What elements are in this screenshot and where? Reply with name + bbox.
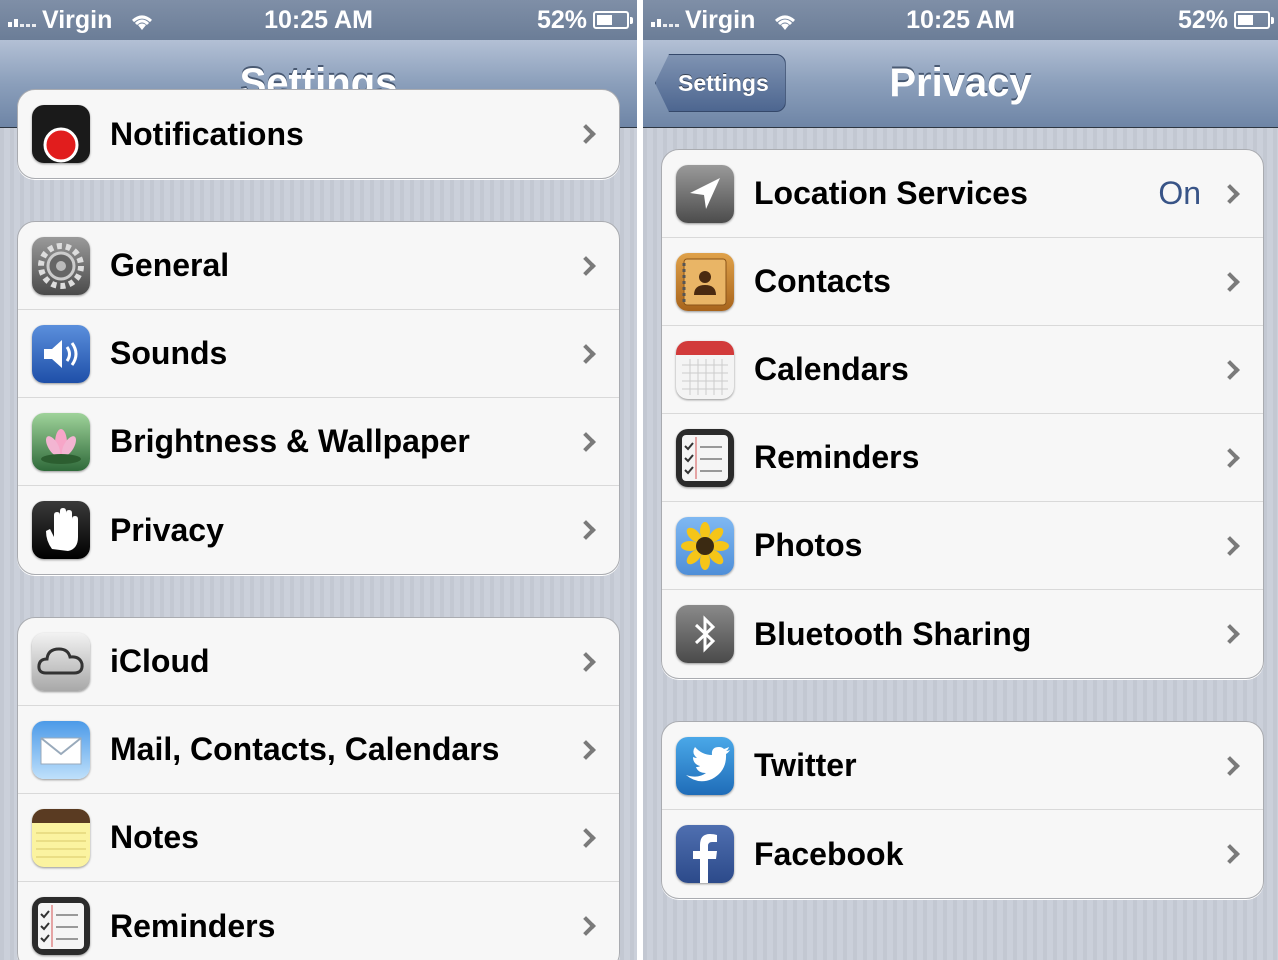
row-label: Twitter [754, 747, 857, 783]
gear-icon [32, 236, 90, 295]
battery-icon [1234, 11, 1274, 29]
chevron-right-icon [576, 827, 596, 848]
checklist-icon [676, 428, 734, 487]
row-label: Facebook [754, 835, 904, 872]
settings-group-notifications: Notifications [17, 89, 620, 179]
chevron-right-icon [576, 124, 596, 144]
chevron-right-icon [1220, 183, 1240, 204]
wifi-icon [128, 10, 156, 30]
chevron-right-icon [576, 431, 596, 452]
row-label: Photos [754, 527, 863, 563]
settings-row-general[interactable]: General [18, 222, 619, 310]
chevron-right-icon [576, 739, 596, 760]
row-label: iCloud [110, 643, 210, 679]
row-label: Mail, Contacts, Calendars [110, 731, 500, 767]
settings-row-notes[interactable]: Notes [18, 794, 619, 882]
notifications-icon [32, 105, 90, 163]
privacy-row-reminders[interactable]: Reminders [662, 414, 1263, 502]
contacts-book-icon [676, 252, 734, 311]
checklist-icon [32, 897, 90, 955]
settings-row-icloud[interactable]: iCloud [18, 618, 619, 706]
chevron-right-icon [1220, 359, 1240, 380]
chevron-right-icon [1220, 271, 1240, 292]
row-label: Privacy [110, 511, 224, 548]
row-label: General [110, 247, 230, 283]
chevron-right-icon [1220, 755, 1240, 776]
chevron-right-icon [576, 916, 596, 936]
carrier-name: Virgin [685, 5, 756, 34]
location-arrow-icon [676, 164, 734, 223]
twitter-bird-icon [676, 736, 734, 795]
settings-row-notifications[interactable]: Notifications [18, 90, 619, 178]
privacy-row-calendars[interactable]: Calendars [662, 326, 1263, 414]
row-label: Reminders [754, 439, 920, 475]
row-label: Notes [110, 819, 199, 855]
status-bar: Virgin 10:25 AM 52% [0, 0, 637, 40]
row-label: Notifications [110, 115, 304, 152]
carrier-name: Virgin [42, 5, 113, 34]
battery-icon [593, 11, 633, 29]
facebook-icon [676, 825, 734, 883]
privacy-row-location-services[interactable]: Location Services On [662, 150, 1263, 238]
battery-percent: 52% [536, 5, 587, 34]
chevron-right-icon [576, 343, 596, 364]
calendar-icon [676, 340, 734, 399]
privacy-row-facebook[interactable]: Facebook [662, 810, 1263, 898]
privacy-row-contacts[interactable]: Contacts [662, 238, 1263, 326]
row-label: Reminders [110, 907, 276, 944]
privacy-screen: Virgin 10:25 AM 52% Settings Privacy Loc… [643, 0, 1278, 960]
settings-group-accounts: iCloud Mail, Contacts, Calendars Notes R… [17, 617, 620, 960]
row-label: Brightness & Wallpaper [110, 423, 470, 459]
wifi-icon [771, 10, 799, 30]
battery-percent: 52% [1177, 5, 1228, 34]
bluetooth-icon [676, 605, 734, 663]
privacy-row-twitter[interactable]: Twitter [662, 722, 1263, 810]
row-label: Calendars [754, 351, 909, 387]
back-button[interactable]: Settings [655, 54, 786, 112]
signal-strength-icon [651, 13, 679, 27]
row-label: Location Services [754, 175, 1028, 211]
chevron-right-icon [576, 651, 596, 672]
row-label: Contacts [754, 263, 891, 299]
settings-row-mail-contacts-calendars[interactable]: Mail, Contacts, Calendars [18, 706, 619, 794]
envelope-icon [32, 720, 90, 779]
settings-row-reminders[interactable]: Reminders [18, 882, 619, 960]
navigation-bar: Settings Privacy [643, 40, 1278, 128]
chevron-right-icon [1220, 535, 1240, 556]
chevron-right-icon [1220, 624, 1240, 644]
notepad-icon [32, 808, 90, 867]
page-title: Privacy [889, 61, 1032, 105]
row-label: Bluetooth Sharing [754, 615, 1032, 652]
status-bar: Virgin 10:25 AM 52% [643, 0, 1278, 40]
privacy-row-photos[interactable]: Photos [662, 502, 1263, 590]
settings-row-privacy[interactable]: Privacy [18, 486, 619, 574]
settings-screen: Virgin 10:25 AM 52% Settings Notificatio… [0, 0, 637, 960]
chevron-right-icon [1220, 844, 1240, 864]
chevron-right-icon [1220, 447, 1240, 468]
chevron-right-icon [576, 520, 596, 540]
hand-icon [32, 501, 90, 559]
cloud-icon [32, 632, 90, 691]
flower-icon [32, 412, 90, 471]
sunflower-icon [676, 516, 734, 575]
location-status-value: On [1158, 175, 1201, 211]
privacy-row-bluetooth-sharing[interactable]: Bluetooth Sharing [662, 590, 1263, 678]
speaker-icon [32, 324, 90, 383]
signal-strength-icon [8, 13, 36, 27]
privacy-group-social: Twitter Facebook [661, 721, 1264, 899]
settings-row-brightness-wallpaper[interactable]: Brightness & Wallpaper [18, 398, 619, 486]
settings-row-sounds[interactable]: Sounds [18, 310, 619, 398]
privacy-group-services: Location Services On Contacts Calendars [661, 149, 1264, 679]
settings-group-device: General Sounds Brightness & Wallpaper Pr… [17, 221, 620, 575]
row-label: Sounds [110, 335, 228, 371]
chevron-right-icon [576, 255, 596, 276]
